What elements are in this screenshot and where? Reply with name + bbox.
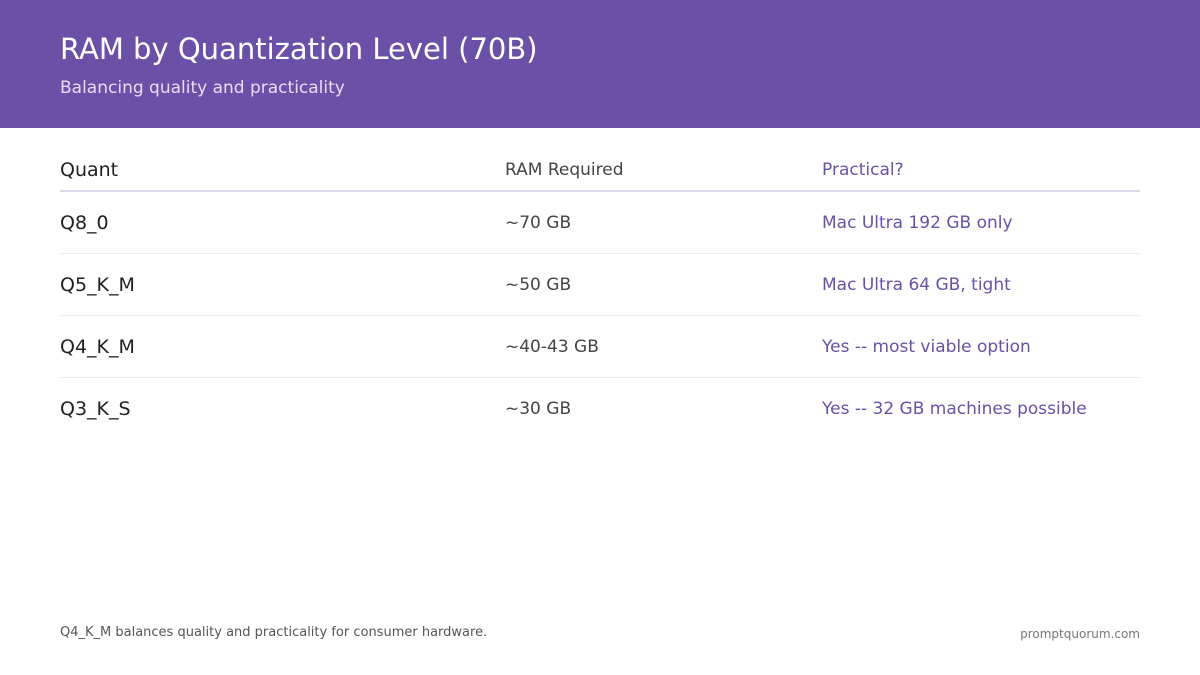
quantization-table: Quant RAM Required Practical? Q8_0 ~70 G…	[60, 150, 1140, 439]
table-row: Q5_K_M ~50 GB Mac Ultra 64 GB, tight	[60, 254, 1140, 316]
ram-cell: ~40-43 GB	[505, 337, 599, 357]
ram-cell: ~70 GB	[505, 213, 572, 233]
quant-cell: Q3_K_S	[60, 398, 131, 420]
practical-cell: Yes -- most viable option	[822, 337, 1031, 357]
footer-brand: promptquorum.com	[1020, 627, 1140, 641]
table-header: Quant RAM Required Practical?	[60, 150, 1140, 192]
practical-cell: Yes -- 32 GB machines possible	[822, 399, 1087, 419]
practical-cell: Mac Ultra 192 GB only	[822, 213, 1013, 233]
column-header-quant: Quant	[60, 159, 119, 181]
table-row: Q3_K_S ~30 GB Yes -- 32 GB machines poss…	[60, 378, 1140, 439]
column-header-practical: Practical?	[822, 160, 904, 180]
quant-cell: Q4_K_M	[60, 336, 135, 358]
page-title: RAM by Quantization Level (70B)	[60, 32, 538, 66]
header-banner: RAM by Quantization Level (70B) Balancin…	[0, 0, 1200, 128]
quant-cell: Q8_0	[60, 212, 109, 234]
quant-cell: Q5_K_M	[60, 274, 135, 296]
ram-cell: ~30 GB	[505, 399, 572, 419]
page-subtitle: Balancing quality and practicality	[60, 78, 345, 98]
table-row: Q4_K_M ~40-43 GB Yes -- most viable opti…	[60, 316, 1140, 378]
footer-note: Q4_K_M balances quality and practicality…	[60, 625, 488, 640]
practical-cell: Mac Ultra 64 GB, tight	[822, 275, 1011, 295]
table-row: Q8_0 ~70 GB Mac Ultra 192 GB only	[60, 192, 1140, 254]
ram-cell: ~50 GB	[505, 275, 572, 295]
column-header-ram-required: RAM Required	[505, 160, 624, 180]
